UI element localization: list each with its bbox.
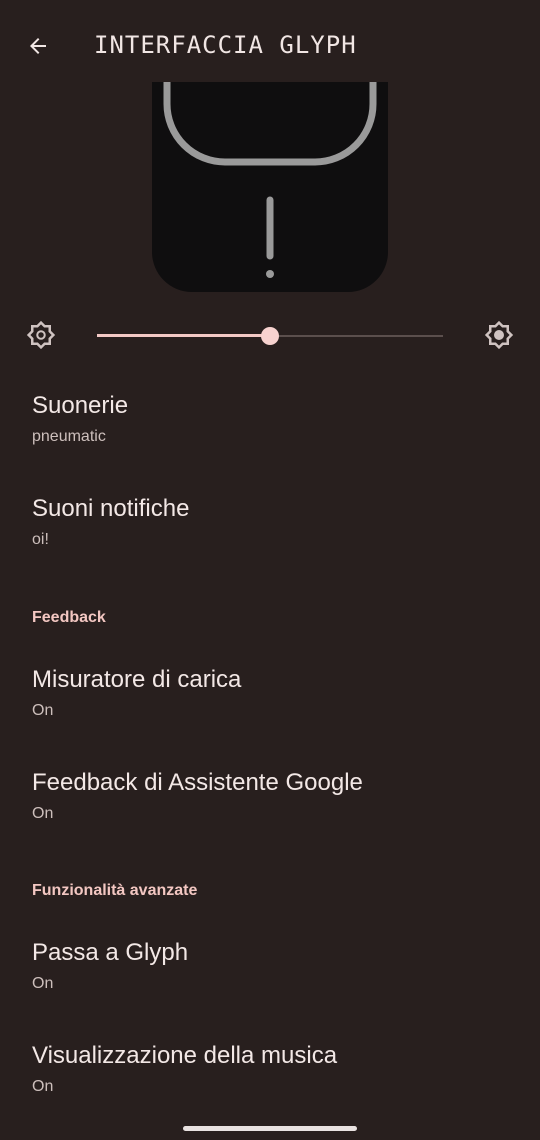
brightness-high-icon <box>484 320 514 350</box>
pref-item-charging-meter[interactable]: Misuratore di carica On <box>0 666 540 754</box>
slider-thumb[interactable] <box>261 327 279 345</box>
pref-item-flip-to-glyph[interactable]: Passa a Glyph On <box>0 939 540 1027</box>
pref-title: Passa a Glyph <box>32 939 189 966</box>
page-title: INTERFACCIA GLYPH <box>94 31 357 59</box>
app-bar: INTERFACCIA GLYPH <box>0 0 540 84</box>
pref-summary: On <box>32 805 54 822</box>
pref-summary: On <box>32 702 54 719</box>
pref-item-ringtones[interactable]: Suonerie pneumatic <box>0 392 540 480</box>
glyph-dot <box>266 270 274 278</box>
pref-title: Feedback di Assistente Google <box>32 769 363 796</box>
pref-summary: On <box>32 1078 54 1095</box>
pref-item-google-assistant-feedback[interactable]: Feedback di Assistente Google On <box>0 769 540 857</box>
pref-item-notification-sounds[interactable]: Suoni notifiche oi! <box>0 495 540 583</box>
pref-title: Visualizzazione della musica <box>32 1042 338 1069</box>
brightness-low-icon <box>26 320 56 350</box>
pref-title: Suoni notifiche <box>32 495 190 522</box>
section-header-advanced: Funzionalità avanzate <box>32 882 198 899</box>
section-header-feedback: Feedback <box>32 609 106 626</box>
pref-summary: On <box>32 975 54 992</box>
arrow-back-icon <box>30 38 46 54</box>
pref-title: Misuratore di carica <box>32 666 242 693</box>
brightness-row <box>0 310 540 362</box>
brightness-slider[interactable] <box>97 325 443 347</box>
gesture-nav-handle[interactable] <box>183 1126 357 1131</box>
pref-summary: pneumatic <box>32 428 106 445</box>
pref-item-music-visualization[interactable]: Visualizzazione della musica On <box>0 1042 540 1130</box>
pref-title: Suonerie <box>32 392 129 419</box>
slider-fill <box>97 334 270 337</box>
back-button[interactable] <box>18 26 58 66</box>
glyph-preview-image <box>152 82 388 292</box>
pref-summary: oi! <box>32 531 49 548</box>
